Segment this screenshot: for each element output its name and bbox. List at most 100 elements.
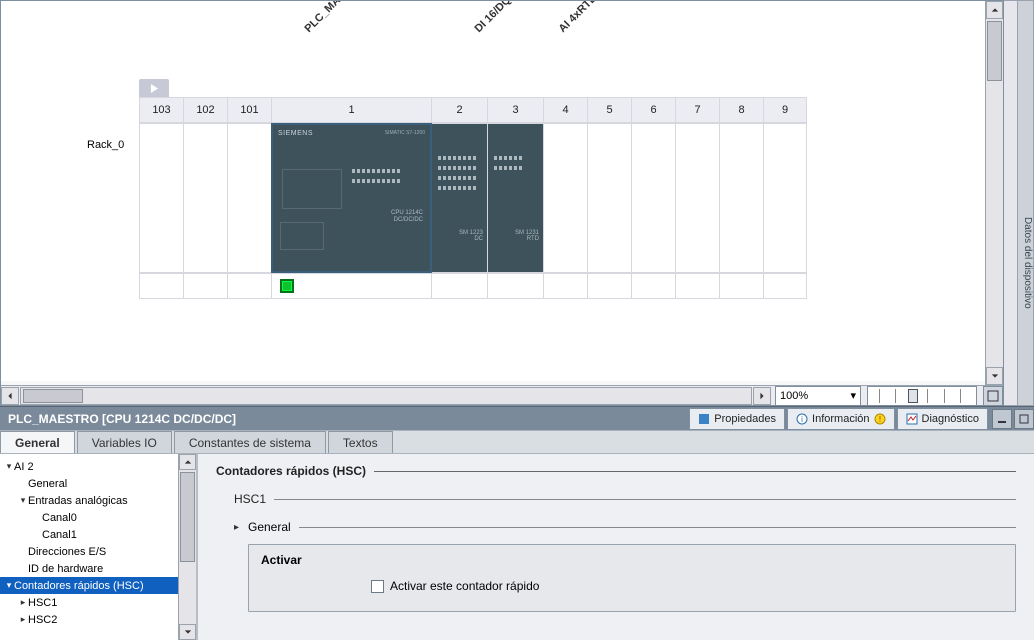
- tree-item-entradas[interactable]: ▾Entradas analógicas: [0, 492, 180, 509]
- property-tree[interactable]: ▾AI 2 •General ▾Entradas analógicas •Can…: [0, 454, 180, 628]
- module-sm1223[interactable]: SM 1223DC: [432, 124, 487, 272]
- sm1-label: SM 1223DC: [459, 230, 483, 242]
- subsection-general[interactable]: ▸ General: [234, 520, 1016, 534]
- property-tree-pane: ▾AI 2 •General ▾Entradas analógicas •Can…: [0, 454, 198, 640]
- slot-empty[interactable]: [183, 123, 227, 273]
- tree-item-canal0[interactable]: •Canal0: [0, 509, 180, 526]
- slot-foot[interactable]: [631, 273, 675, 299]
- module-label-didq: DI 16/DQ 16x24: [473, 0, 538, 35]
- tab-textos[interactable]: Textos: [328, 431, 393, 453]
- slot-empty[interactable]: [763, 123, 807, 273]
- sm2-label: SM 1231RTD: [515, 230, 539, 242]
- zoom-select[interactable]: 100% ▾: [775, 386, 861, 406]
- slot-header[interactable]: 6: [631, 97, 675, 123]
- slot-foot[interactable]: [183, 273, 227, 299]
- slot-header[interactable]: 101: [227, 97, 271, 123]
- slot-header[interactable]: 1: [271, 97, 431, 123]
- tree-scroll-up[interactable]: [179, 454, 196, 470]
- scroll-left-button[interactable]: [1, 387, 19, 405]
- slot-header[interactable]: 8: [719, 97, 763, 123]
- slot-foot[interactable]: [719, 273, 763, 299]
- expand-icon: [987, 390, 999, 402]
- slot-header[interactable]: 102: [183, 97, 227, 123]
- slot-cpu[interactable]: SIEMENS SIMATIC S7-1200 CPU 1214C DC/DC/…: [271, 123, 431, 273]
- slot-empty[interactable]: [227, 123, 271, 273]
- module-label-cpu: PLC_MAESTRO: [303, 0, 370, 35]
- slot-foot-cpu[interactable]: [271, 273, 431, 299]
- slot-empty[interactable]: [587, 123, 631, 273]
- slot-foot[interactable]: [587, 273, 631, 299]
- slot-header[interactable]: 2: [431, 97, 487, 123]
- slot-foot[interactable]: [543, 273, 587, 299]
- properties-icon: [698, 413, 710, 425]
- tree-item-general[interactable]: •General: [0, 475, 180, 492]
- slot-header[interactable]: 3: [487, 97, 543, 123]
- tab-constantes[interactable]: Constantes de sistema: [174, 431, 326, 453]
- property-tab-strip: General Variables IO Constantes de siste…: [0, 430, 1034, 454]
- slot-foot[interactable]: [487, 273, 543, 299]
- tab-variablesio[interactable]: Variables IO: [77, 431, 172, 453]
- play-icon: [150, 84, 159, 93]
- slot-header[interactable]: 7: [675, 97, 719, 123]
- slot-header[interactable]: 9: [763, 97, 807, 123]
- cpu-display-panel: [282, 169, 342, 209]
- scroll-up-button[interactable]: [986, 1, 1003, 19]
- tree-item-contadores[interactable]: ▾Contadores rápidos (HSC): [0, 577, 180, 594]
- module-sm1231[interactable]: SM 1231RTD: [488, 124, 543, 272]
- tree-item-canal1[interactable]: •Canal1: [0, 526, 180, 543]
- slot-empty[interactable]: [543, 123, 587, 273]
- tree-scroll-thumb[interactable]: [180, 472, 195, 562]
- tree-item-hsc1[interactable]: ▸HSC1: [0, 594, 180, 611]
- slot-sm2[interactable]: SM 1231RTD: [487, 123, 543, 273]
- svg-text:i: i: [801, 415, 803, 424]
- tree-item-idhw[interactable]: •ID de hardware: [0, 560, 180, 577]
- slot-header[interactable]: 103: [139, 97, 183, 123]
- activar-checkbox[interactable]: [371, 580, 384, 593]
- tree-vscroll[interactable]: [178, 454, 196, 640]
- chevron-right-icon: [758, 392, 766, 400]
- device-vscroll[interactable]: [985, 1, 1003, 385]
- scroll-down-button[interactable]: [986, 367, 1003, 385]
- right-rail-panel-tab[interactable]: Datos del dispositivo: [1018, 0, 1034, 406]
- tab-general[interactable]: General: [0, 431, 75, 453]
- tree-item-ai2[interactable]: ▾AI 2: [0, 458, 180, 475]
- hscroll-thumb[interactable]: [23, 389, 83, 403]
- fit-view-button[interactable]: [983, 386, 1003, 406]
- vscroll-thumb[interactable]: [987, 21, 1002, 81]
- section-contadores: Contadores rápidos (HSC): [216, 464, 1016, 478]
- slot-empty[interactable]: [631, 123, 675, 273]
- tree-scroll-track[interactable]: [179, 470, 196, 624]
- cpu-type-label: CPU 1214C DC/DC/DC: [391, 210, 423, 224]
- slot-empty[interactable]: [719, 123, 763, 273]
- slot-sm1[interactable]: SM 1223DC: [431, 123, 487, 273]
- tree-item-direcciones[interactable]: •Direcciones E/S: [0, 543, 180, 560]
- right-rail-splitter[interactable]: [1004, 0, 1018, 406]
- slot-empty[interactable]: [675, 123, 719, 273]
- module-cpu[interactable]: SIEMENS SIMATIC S7-1200 CPU 1214C DC/DC/…: [272, 124, 431, 272]
- slot-foot[interactable]: [227, 273, 271, 299]
- slot-foot[interactable]: [139, 273, 183, 299]
- chevron-down-icon: [184, 628, 192, 636]
- hscroll-track[interactable]: [20, 387, 752, 405]
- slot-foot[interactable]: [763, 273, 807, 299]
- play-badge[interactable]: [139, 79, 169, 97]
- tree-item-hsc2[interactable]: ▸HSC2: [0, 611, 180, 628]
- device-canvas[interactable]: PLC_MAESTRO DI 16/DQ 16x24 AI 4xRTD_1 Ra…: [1, 1, 991, 381]
- slot-empty[interactable]: [139, 123, 183, 273]
- vscroll-track[interactable]: [986, 19, 1003, 367]
- zoom-slider[interactable]: [867, 386, 977, 406]
- tab-propiedades[interactable]: Propiedades: [689, 408, 785, 430]
- slot-foot[interactable]: [675, 273, 719, 299]
- restore-panel-button[interactable]: [1014, 409, 1034, 429]
- tree-scroll-down[interactable]: [179, 624, 196, 640]
- zoom-slider-thumb[interactable]: [908, 389, 918, 403]
- tab-informacion[interactable]: i Información !: [787, 408, 894, 430]
- slot-header[interactable]: 5: [587, 97, 631, 123]
- scroll-right-button[interactable]: [753, 387, 771, 405]
- cpu-screen-label: SIMATIC S7-1200: [385, 130, 425, 136]
- tab-diagnostico[interactable]: Diagnóstico: [897, 408, 988, 430]
- section-rule: [374, 471, 1016, 472]
- slot-foot[interactable]: [431, 273, 487, 299]
- minimize-panel-button[interactable]: [992, 409, 1012, 429]
- slot-header[interactable]: 4: [543, 97, 587, 123]
